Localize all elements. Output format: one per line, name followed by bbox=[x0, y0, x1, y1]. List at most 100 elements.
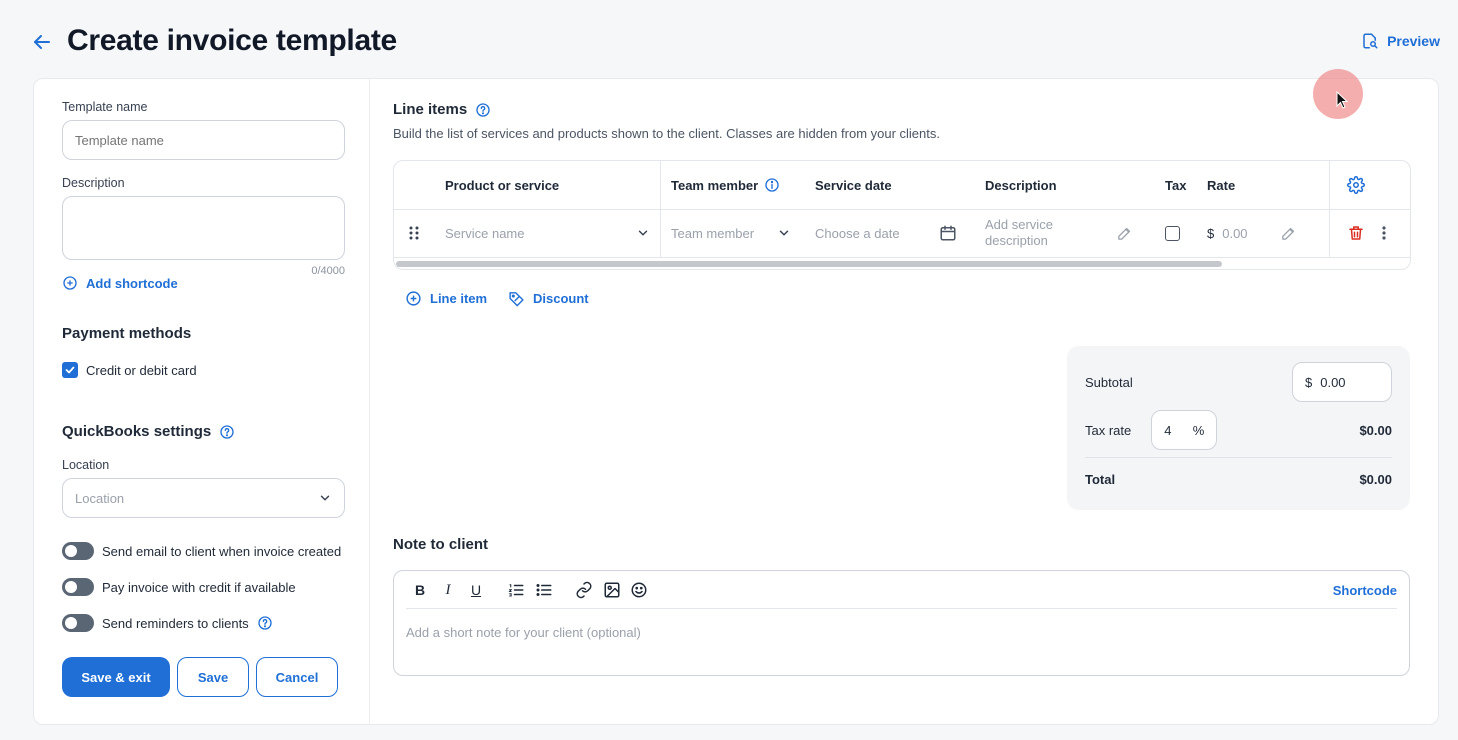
column-divider bbox=[1329, 161, 1330, 257]
toggle-row-email: Send email to client when invoice create… bbox=[62, 542, 341, 560]
line-items-table: Product or service Team member Service d… bbox=[393, 160, 1411, 270]
note-editor: B I U Shortcode Add a short note for you… bbox=[393, 570, 1410, 676]
subtotal-label: Subtotal bbox=[1085, 374, 1133, 390]
add-shortcode-link[interactable]: Add shortcode bbox=[62, 275, 178, 291]
back-arrow-icon[interactable] bbox=[30, 30, 54, 54]
quickbooks-heading: QuickBooks settings bbox=[62, 423, 212, 440]
credit-toggle[interactable] bbox=[62, 578, 94, 596]
checkbox-icon bbox=[1165, 225, 1180, 241]
drag-handle[interactable] bbox=[406, 209, 422, 257]
tax-rate-row: Tax rate 4 % $0.00 bbox=[1085, 410, 1392, 450]
shortcode-button[interactable]: Shortcode bbox=[1333, 583, 1397, 598]
total-label: Total bbox=[1085, 471, 1116, 487]
mouse-pointer-icon bbox=[1336, 91, 1348, 109]
add-discount-button[interactable]: Discount bbox=[508, 290, 589, 307]
add-line-item-button[interactable]: Line item bbox=[405, 290, 487, 307]
preview-button[interactable]: Preview bbox=[1361, 32, 1440, 50]
credit-card-label: Credit or debit card bbox=[86, 362, 197, 378]
edit-rate-button[interactable] bbox=[1280, 209, 1297, 257]
chevron-down-icon bbox=[638, 230, 648, 236]
help-icon[interactable] bbox=[219, 424, 235, 440]
tax-rate-label: Tax rate bbox=[1085, 422, 1132, 438]
column-settings bbox=[1347, 161, 1365, 209]
settings-gear-icon[interactable] bbox=[1347, 176, 1365, 194]
email-toggle[interactable] bbox=[62, 542, 94, 560]
chevron-down-icon bbox=[779, 230, 789, 236]
date-placeholder: Choose a date bbox=[815, 225, 900, 241]
add-line-item-label: Line item bbox=[430, 291, 488, 306]
totals-panel: Subtotal $ 0.00 Tax rate 4 % $0.00 Total… bbox=[1067, 346, 1410, 510]
rate-currency: $ bbox=[1207, 225, 1215, 241]
info-icon[interactable] bbox=[764, 177, 780, 193]
row-divider bbox=[394, 257, 1410, 258]
save-button[interactable]: Save bbox=[177, 657, 249, 697]
tag-icon bbox=[509, 292, 524, 307]
checkbox-checked-icon[interactable] bbox=[62, 362, 78, 378]
help-icon[interactable] bbox=[475, 102, 491, 118]
column-divider bbox=[660, 161, 661, 257]
line-items-heading-row: Line items bbox=[393, 101, 491, 118]
column-header-team: Team member bbox=[671, 161, 780, 209]
save-exit-button[interactable]: Save & exit bbox=[62, 657, 170, 697]
chevron-down-icon bbox=[320, 495, 330, 501]
preview-label: Preview bbox=[1387, 33, 1440, 49]
ordered-list-icon[interactable] bbox=[506, 580, 526, 600]
panel-divider bbox=[369, 79, 370, 724]
team-member-select[interactable]: Team member bbox=[671, 209, 791, 257]
link-icon[interactable] bbox=[574, 580, 594, 600]
column-header-product: Product or service bbox=[445, 177, 560, 193]
emoji-icon[interactable] bbox=[629, 580, 649, 600]
bullet-list-icon[interactable] bbox=[534, 580, 554, 600]
row-more-button[interactable] bbox=[1376, 209, 1392, 257]
team-placeholder: Team member bbox=[671, 225, 755, 241]
preview-icon bbox=[1363, 33, 1378, 49]
help-icon[interactable] bbox=[257, 615, 273, 631]
location-select[interactable]: Location bbox=[62, 478, 345, 518]
add-shortcode-label: Add shortcode bbox=[86, 275, 178, 291]
subtotal-currency: $ bbox=[1305, 374, 1313, 390]
subtotal-input[interactable]: $ 0.00 bbox=[1292, 362, 1392, 402]
page-header: Create invoice template Preview bbox=[30, 20, 1440, 66]
reminders-toggle[interactable] bbox=[62, 614, 94, 632]
location-placeholder: Location bbox=[75, 490, 125, 506]
horizontal-scrollbar[interactable] bbox=[396, 261, 1222, 267]
note-input[interactable]: Add a short note for your client (option… bbox=[406, 625, 641, 640]
toggle-row-reminders: Send reminders to clients bbox=[62, 614, 273, 632]
italic-icon[interactable]: I bbox=[438, 580, 458, 600]
bold-icon[interactable]: B bbox=[410, 580, 430, 600]
quickbooks-heading-row: QuickBooks settings bbox=[62, 423, 235, 440]
email-toggle-label: Send email to client when invoice create… bbox=[102, 543, 342, 559]
description-counter: 0/4000 bbox=[311, 265, 345, 277]
tax-rate-unit: % bbox=[1192, 422, 1205, 438]
line-items-subtitle: Build the list of services and products … bbox=[393, 126, 940, 141]
description-input[interactable]: Add service description bbox=[985, 209, 1075, 257]
team-header-label: Team member bbox=[671, 177, 759, 193]
tax-rate-value: 4 bbox=[1164, 422, 1172, 438]
column-header-date: Service date bbox=[815, 177, 892, 193]
tax-amount: $0.00 bbox=[1359, 422, 1392, 438]
reminders-toggle-label: Send reminders to clients bbox=[102, 615, 249, 631]
template-name-label: Template name bbox=[62, 100, 148, 114]
service-select[interactable]: Service name bbox=[445, 209, 650, 257]
tax-checkbox[interactable] bbox=[1165, 209, 1180, 257]
toggle-row-credit: Pay invoice with credit if available bbox=[62, 578, 296, 596]
cancel-button[interactable]: Cancel bbox=[256, 657, 338, 697]
drag-handle-icon bbox=[409, 226, 419, 240]
rate-input[interactable]: $ 0.00 bbox=[1207, 209, 1248, 257]
image-icon[interactable] bbox=[602, 580, 622, 600]
date-picker[interactable]: Choose a date bbox=[815, 209, 957, 257]
service-placeholder: Service name bbox=[445, 225, 525, 241]
credit-card-option[interactable]: Credit or debit card bbox=[62, 362, 197, 378]
payment-methods-heading: Payment methods bbox=[62, 325, 192, 342]
edit-description-button[interactable] bbox=[1116, 209, 1133, 257]
credit-toggle-label: Pay invoice with credit if available bbox=[102, 579, 296, 595]
description-field[interactable] bbox=[62, 196, 345, 260]
tax-rate-input[interactable]: 4 % bbox=[1151, 410, 1218, 450]
column-header-rate: Rate bbox=[1207, 177, 1236, 193]
delete-row-button[interactable] bbox=[1347, 209, 1365, 257]
underline-icon[interactable]: U bbox=[466, 580, 486, 600]
trash-icon bbox=[1349, 226, 1363, 240]
totals-divider bbox=[1085, 457, 1392, 458]
template-name-input[interactable] bbox=[62, 120, 345, 160]
column-header-description: Description bbox=[985, 177, 1057, 193]
